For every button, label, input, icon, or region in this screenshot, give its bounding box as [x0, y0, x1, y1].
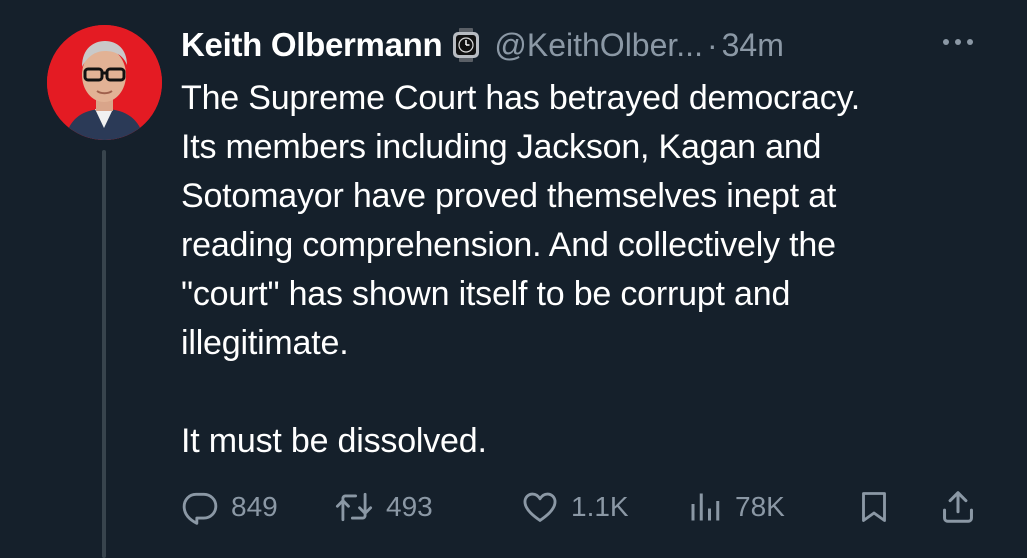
- author-name[interactable]: Keith Olbermann: [181, 26, 443, 64]
- views-count: 78K: [735, 491, 785, 522]
- reply-button[interactable]: 849: [181, 482, 278, 532]
- reply-icon: [181, 488, 219, 526]
- share-button[interactable]: [939, 482, 977, 532]
- action-bar: 849 493 1.1K 78K: [181, 482, 981, 532]
- tweet[interactable]: Keith Olbermann @KeithOlber... · 34m The…: [0, 0, 1027, 558]
- tweet-header: Keith Olbermann @KeithOlber... · 34m: [181, 22, 784, 68]
- like-button[interactable]: 1.1K: [521, 482, 629, 532]
- avatar[interactable]: [47, 25, 162, 140]
- author-handle[interactable]: @KeithOlber...: [494, 27, 703, 64]
- retweet-button[interactable]: 493: [334, 482, 433, 532]
- watch-icon: [452, 28, 480, 62]
- bookmark-icon: [856, 487, 892, 527]
- views-button[interactable]: 78K: [687, 482, 785, 532]
- retweet-icon: [334, 488, 374, 526]
- views-bar-chart-icon: [687, 488, 723, 526]
- heart-icon: [521, 488, 559, 526]
- separator-dot: ·: [706, 26, 718, 63]
- like-count: 1.1K: [571, 491, 629, 522]
- retweet-count: 493: [386, 491, 433, 522]
- tweet-text: The Supreme Court has betrayed democracy…: [181, 79, 861, 460]
- more-horizontal-icon[interactable]: [940, 30, 976, 54]
- reply-count: 849: [231, 491, 278, 522]
- bookmark-button[interactable]: [856, 482, 892, 532]
- thread-line: [102, 150, 106, 558]
- share-icon: [939, 487, 977, 527]
- avatar-image: [47, 25, 162, 140]
- timestamp[interactable]: 34m: [722, 27, 784, 64]
